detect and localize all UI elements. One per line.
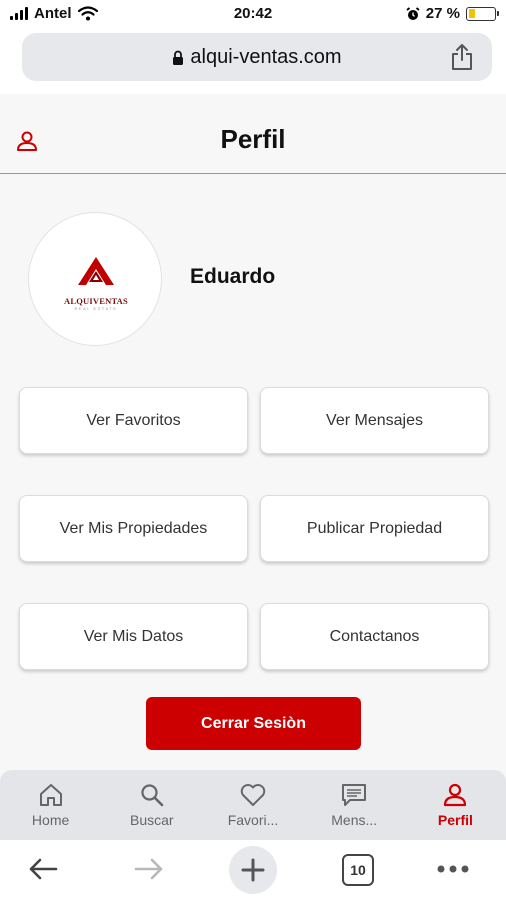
view-favorites-button[interactable]: Ver Favoritos [19, 387, 248, 454]
tab-label: Mens... [331, 812, 378, 828]
view-my-properties-button[interactable]: Ver Mis Propiedades [19, 495, 248, 562]
message-icon [342, 784, 367, 806]
forward-icon[interactable] [132, 852, 166, 886]
lock-icon [173, 50, 184, 65]
back-icon[interactable] [26, 852, 60, 886]
browser-address-area: alqui-ventas.com [0, 30, 506, 94]
contact-button[interactable]: Contactanos [260, 603, 489, 670]
tab-label: Favori... [227, 812, 279, 828]
more-icon[interactable] [436, 864, 470, 874]
avatar: ALQUIVENTAS REAL ESTATE [28, 212, 162, 346]
alquiventas-logo: ALQUIVENTAS REAL ESTATE [29, 255, 163, 311]
battery-percent: 27 % [425, 5, 460, 22]
plus-icon [241, 858, 265, 882]
status-bar: Antel 20:42 27 % [0, 0, 506, 30]
user-name: Eduardo [190, 265, 276, 288]
logout-button[interactable]: Cerrar Sesiòn [146, 697, 361, 750]
tab-label: Home [31, 812, 70, 828]
tab-label: Buscar [130, 812, 174, 828]
url-text: alqui-ventas.com [190, 46, 342, 68]
search-icon [141, 784, 164, 807]
tab-label: Perfil [437, 812, 473, 828]
user-icon [444, 783, 467, 807]
tab-messages[interactable]: Mens... [304, 770, 405, 840]
battery-icon [466, 6, 499, 21]
bottom-tab-bar: Home Buscar Favori... Mens... Perfil [0, 770, 506, 840]
home-icon [39, 784, 62, 806]
view-messages-button[interactable]: Ver Mensajes [260, 387, 489, 454]
tab-switcher-button[interactable]: 10 [342, 854, 374, 886]
page-header: Perfil [0, 94, 506, 174]
share-icon[interactable] [450, 43, 474, 71]
tab-profile[interactable]: Perfil [405, 770, 506, 840]
new-tab-button[interactable] [229, 846, 277, 894]
heart-icon [240, 784, 266, 806]
tab-home[interactable]: Home [0, 770, 101, 840]
tab-favorites[interactable]: Favori... [202, 770, 303, 840]
view-my-data-button[interactable]: Ver Mis Datos [19, 603, 248, 670]
tab-search[interactable]: Buscar [101, 770, 202, 840]
browser-toolbar: 10 [0, 840, 506, 900]
page-title: Perfil [220, 124, 286, 154]
alarm-icon [406, 6, 420, 20]
publish-property-button[interactable]: Publicar Propiedad [260, 495, 489, 562]
url-bar[interactable]: alqui-ventas.com [22, 33, 492, 81]
